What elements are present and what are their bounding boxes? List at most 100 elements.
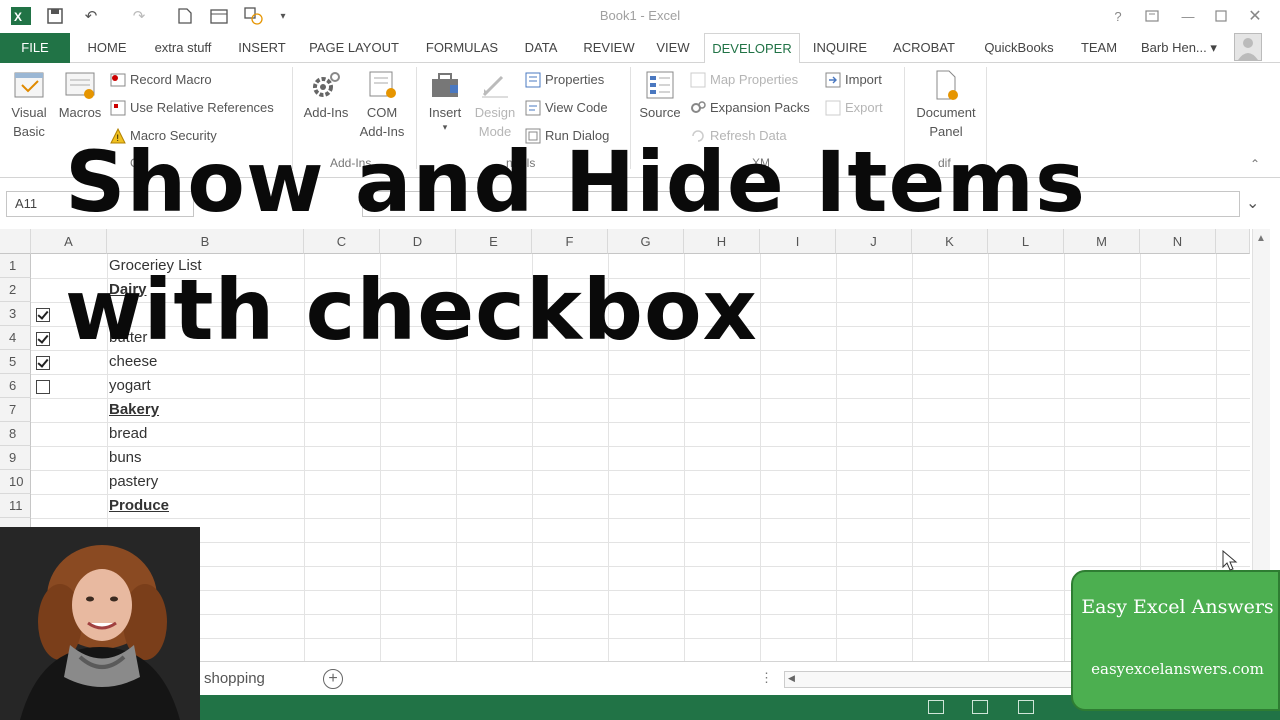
tab-extra-stuff[interactable]: extra stuff [146,33,220,63]
row-header-7[interactable]: 7 [0,398,31,422]
ribbon-display-icon[interactable] [1142,6,1162,26]
column-header-e[interactable]: E [456,229,532,254]
checkbox-row-5[interactable] [36,356,50,370]
checkbox-row-3[interactable] [36,308,50,322]
visual-basic-button[interactable]: Visual Basic [6,69,52,141]
horizontal-scrollbar[interactable]: ◀ [784,671,1074,688]
add-ins-button[interactable]: Add-Ins [298,69,354,122]
view-code-button[interactable]: View Code [525,97,608,119]
grid-line [31,422,1250,423]
row-header-11[interactable]: 11 [0,494,31,518]
checkbox-row-6[interactable] [36,380,50,394]
column-header-i[interactable]: I [760,229,836,254]
visual-basic-label-2: Basic [13,124,45,139]
visual-basic-icon [12,69,46,101]
cell-b10[interactable]: pastery [109,470,158,494]
sheet-tab-shopping[interactable]: shopping [200,662,269,695]
row-header-9[interactable]: 9 [0,446,31,470]
properties-label: Properties [545,72,605,87]
row-header-4[interactable]: 4 [0,326,31,350]
column-header-n[interactable]: N [1140,229,1216,254]
tab-inquire[interactable]: INQUIRE [808,33,872,63]
row-header-8[interactable]: 8 [0,422,31,446]
tab-data[interactable]: DATA [516,33,566,63]
select-all-corner[interactable] [0,229,31,254]
column-header-k[interactable]: K [912,229,988,254]
document-panel-label: Document [916,105,976,120]
column-header-f[interactable]: F [532,229,608,254]
add-sheet-icon[interactable]: + [323,669,343,689]
macros-button[interactable]: Macros [56,69,104,122]
scroll-up-icon[interactable]: ▲ [1256,233,1266,244]
normal-view-icon[interactable] [928,700,944,714]
document-panel-button[interactable]: Document Panel [910,69,982,141]
tab-page-layout[interactable]: PAGE LAYOUT [302,33,406,63]
maximize-icon[interactable] [1211,6,1231,26]
column-header-d[interactable]: D [380,229,456,254]
scroll-left-icon[interactable]: ◀ [788,673,795,684]
tab-quickbooks[interactable]: QuickBooks [976,33,1062,63]
row-header-6[interactable]: 6 [0,374,31,398]
tab-file[interactable]: FILE [0,33,70,63]
source-button[interactable]: Source [636,69,684,122]
column-header-j[interactable]: J [836,229,912,254]
source-label: Source [639,105,681,120]
map-properties-button[interactable]: Map Properties [690,69,798,91]
tab-home[interactable]: HOME [78,33,136,63]
grid-line [31,518,1250,519]
row-header-1[interactable]: 1 [0,254,31,278]
cell-b7[interactable]: Bakery [109,398,159,422]
user-name[interactable]: Barb Hen... ▾ [1141,33,1217,63]
tab-developer[interactable]: DEVELOPER [704,33,800,64]
grid-line [1064,254,1065,661]
import-button[interactable]: Import [825,69,882,91]
brand-name: Easy Excel Answers [1081,596,1274,618]
cell-b9[interactable]: buns [109,446,142,470]
column-header-m[interactable]: M [1064,229,1140,254]
insert-control-button[interactable]: Insert ▾ [422,69,468,132]
tab-formulas[interactable]: FORMULAS [418,33,506,63]
tab-review[interactable]: REVIEW [578,33,640,63]
design-mode-button[interactable]: Design Mode [470,69,520,141]
split-handle-icon[interactable]: ⋮ [760,670,773,686]
tab-view[interactable]: VIEW [650,33,696,63]
page-layout-view-icon[interactable] [972,700,988,714]
tab-insert[interactable]: INSERT [232,33,292,63]
relative-references-button[interactable]: Use Relative References [110,97,274,119]
tab-team[interactable]: TEAM [1074,33,1124,63]
collapse-ribbon-icon[interactable]: ⌃ [1250,157,1260,171]
brand-badge: Easy Excel Answers easyexcelanswers.com [1071,570,1280,711]
column-header-a[interactable]: A [31,229,107,254]
expansion-packs-button[interactable]: Expansion Packs [690,97,810,119]
row-header-5[interactable]: 5 [0,350,31,374]
row-header-10[interactable]: 10 [0,470,31,494]
row-header-3[interactable]: 3 [0,302,31,326]
row-header-2[interactable]: 2 [0,278,31,302]
tab-acrobat[interactable]: ACROBAT [886,33,962,63]
column-header-g[interactable]: G [608,229,684,254]
help-icon[interactable]: ? [1108,6,1128,26]
video-title-line-2: with checkbox [65,261,758,359]
com-add-ins-button[interactable]: COM Add-Ins [356,69,408,141]
properties-button[interactable]: Properties [525,69,604,91]
export-icon [825,100,841,116]
minimize-icon[interactable]: — [1178,6,1198,26]
cell-b11[interactable]: Produce [109,494,169,518]
export-button[interactable]: Export [825,97,883,119]
page-break-view-icon[interactable] [1018,700,1034,714]
cell-b8[interactable]: bread [109,422,147,446]
map-properties-label: Map Properties [710,72,799,87]
user-avatar[interactable] [1234,33,1262,61]
grid-line [836,254,837,661]
record-macro-button[interactable]: Record Macro [110,69,212,91]
cell-b6[interactable]: yogart [109,374,151,398]
title-bar: X ↶ ↷ ▾ Book1 - Excel ? — ✕ [0,0,1280,33]
column-header-l[interactable]: L [988,229,1064,254]
relative-references-label: Use Relative References [130,100,274,115]
column-header-c[interactable]: C [304,229,380,254]
column-header-h[interactable]: H [684,229,760,254]
close-icon[interactable]: ✕ [1245,6,1265,26]
expand-formula-bar-icon[interactable]: ⌄ [1246,193,1259,213]
column-header-b[interactable]: B [107,229,304,254]
checkbox-row-4[interactable] [36,332,50,346]
